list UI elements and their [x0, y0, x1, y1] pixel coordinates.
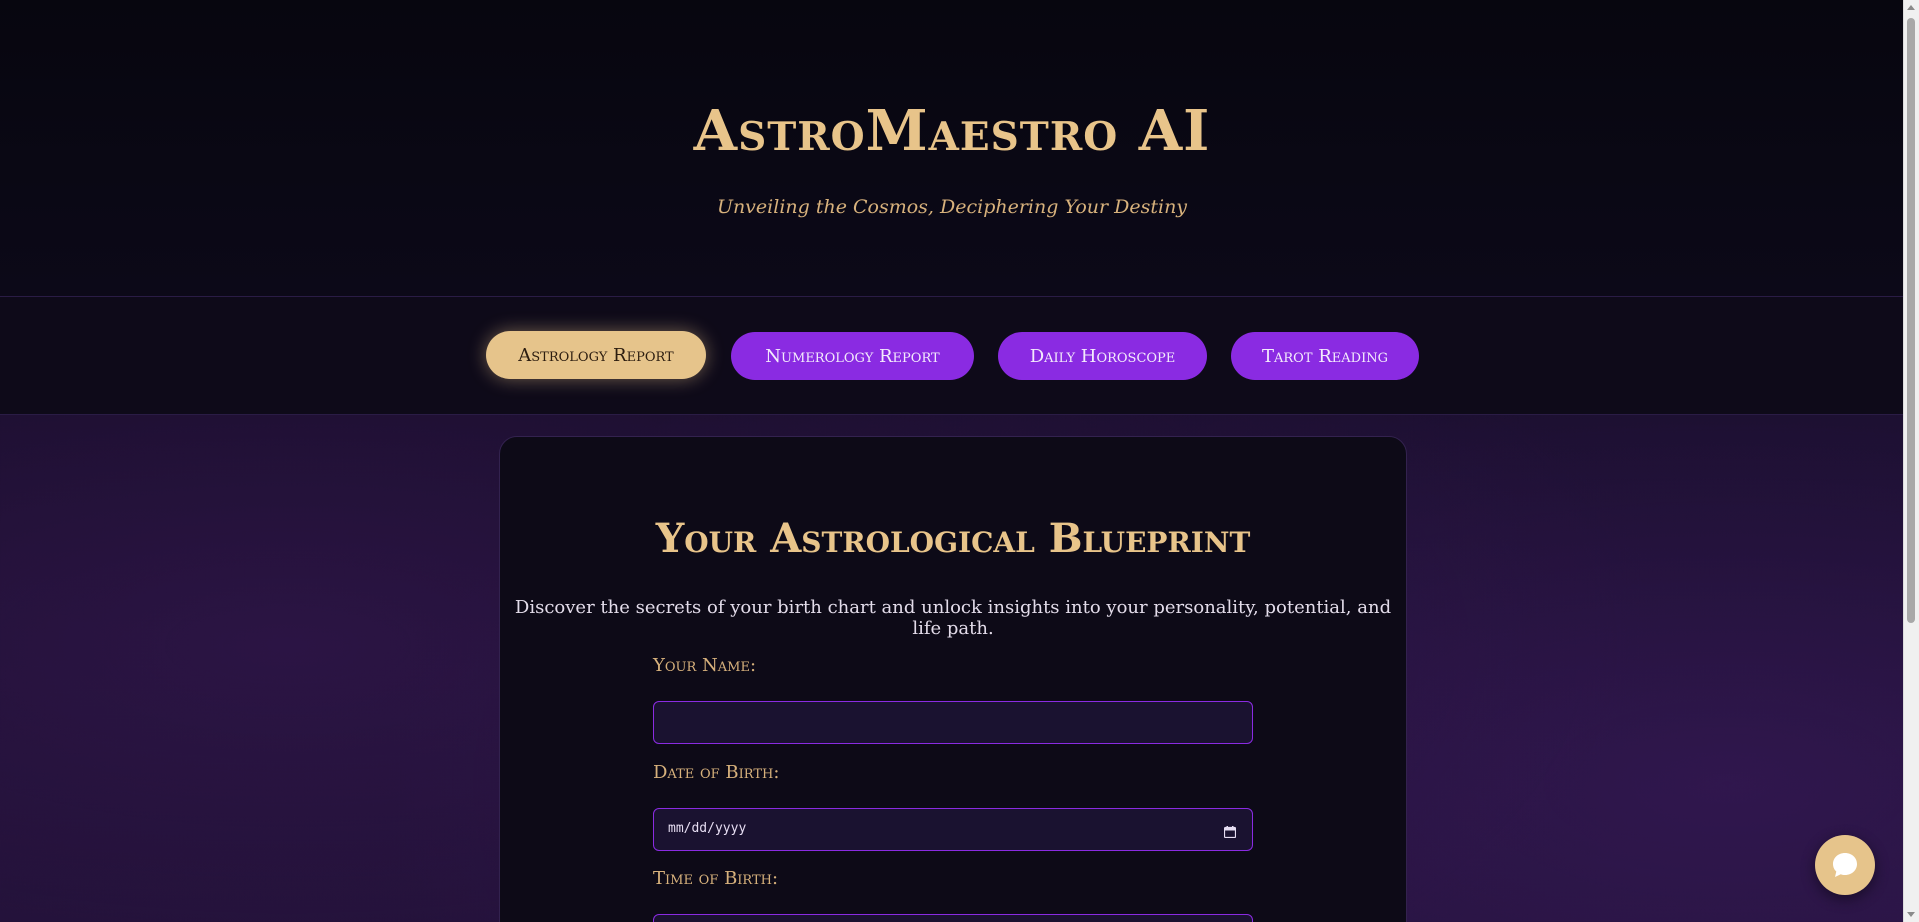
page-scrollbar[interactable] — [1903, 0, 1919, 922]
card-description: Discover the secrets of your birth chart… — [514, 597, 1392, 639]
dob-placeholder: mm/dd/yyyy — [668, 821, 747, 836]
tab-daily-horoscope[interactable]: Daily Horoscope — [998, 332, 1207, 380]
tob-label: Time of Birth: — [653, 868, 779, 889]
site-title: AstroMaestro AI — [693, 98, 1211, 164]
tab-tarot-reading[interactable]: Tarot Reading — [1231, 332, 1419, 380]
name-input[interactable] — [653, 701, 1253, 744]
dob-label: Date of Birth: — [653, 762, 780, 783]
astrology-form-card: Your Astrological Blueprint Discover the… — [499, 436, 1407, 922]
calendar-icon[interactable] — [1223, 823, 1237, 839]
main-nav: Astrology Report Numerology Report Daily… — [0, 297, 1904, 415]
scroll-up-icon[interactable] — [1907, 5, 1915, 10]
chat-bubble-icon — [1833, 853, 1857, 877]
scroll-thumb[interactable] — [1907, 18, 1915, 623]
site-header: AstroMaestro AI Unveiling the Cosmos, De… — [0, 0, 1904, 297]
chat-button[interactable] — [1815, 835, 1875, 895]
tab-numerology-report[interactable]: Numerology Report — [731, 332, 974, 380]
name-label: Your Name: — [653, 655, 757, 676]
tab-astrology-report[interactable]: Astrology Report — [486, 331, 706, 379]
site-tagline: Unveiling the Cosmos, Deciphering Your D… — [716, 196, 1188, 218]
dob-input[interactable]: mm/dd/yyyy — [653, 808, 1253, 851]
card-title: Your Astrological Blueprint — [655, 515, 1251, 562]
scroll-down-icon[interactable] — [1907, 912, 1915, 917]
tob-input[interactable] — [653, 914, 1253, 922]
